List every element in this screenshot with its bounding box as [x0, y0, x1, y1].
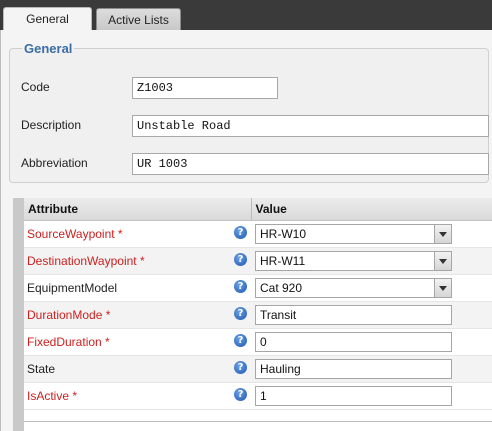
- grid-bottom-divider: [24, 421, 492, 422]
- equipment-model-value: Cat 920: [260, 281, 303, 295]
- description-row: Description Unstable Road: [21, 115, 489, 137]
- help-icon[interactable]: ?: [234, 361, 247, 374]
- code-field[interactable]: Z1003: [132, 77, 278, 99]
- fixed-duration-field[interactable]: 0: [255, 332, 452, 352]
- duration-mode-field[interactable]: Transit: [255, 305, 452, 325]
- destination-waypoint-label: DestinationWaypoint *: [27, 254, 145, 268]
- help-icon[interactable]: ?: [234, 253, 247, 266]
- table-row: DestinationWaypoint * ? HR-W11: [24, 247, 492, 275]
- app-window: General Active Lists General Code Z1003 …: [0, 0, 492, 431]
- general-fieldset: General Code Z1003 Description Unstable …: [9, 41, 489, 183]
- general-panel: General Code Z1003 Description Unstable …: [0, 30, 492, 431]
- help-icon[interactable]: ?: [234, 334, 247, 347]
- attribute-table: Attribute Value SourceWaypoint * ? HR-W1…: [24, 198, 492, 410]
- source-waypoint-value: HR-W10: [260, 227, 307, 241]
- is-active-field[interactable]: 1: [255, 386, 452, 406]
- tab-bar: General Active Lists: [0, 0, 492, 31]
- help-icon[interactable]: ?: [234, 226, 247, 239]
- table-row: DurationMode * ? Transit: [24, 301, 492, 329]
- code-row: Code Z1003: [21, 77, 481, 99]
- abbreviation-field[interactable]: UR 1003: [132, 153, 489, 175]
- attribute-column-header[interactable]: Attribute: [24, 198, 252, 221]
- table-row: SourceWaypoint * ? HR-W10: [24, 220, 492, 248]
- general-legend: General: [24, 41, 73, 56]
- destination-waypoint-value: HR-W11: [260, 254, 306, 268]
- source-waypoint-select[interactable]: HR-W10: [255, 224, 452, 244]
- table-row: State ? Hauling: [24, 355, 492, 383]
- equipment-model-select[interactable]: Cat 920: [255, 278, 452, 298]
- code-label: Code: [21, 80, 50, 94]
- table-row: FixedDuration * ? 0: [24, 328, 492, 356]
- abbreviation-row: Abbreviation UR 1003: [21, 153, 489, 175]
- duration-mode-label: DurationMode *: [27, 308, 111, 322]
- tab-active-lists[interactable]: Active Lists: [96, 8, 181, 30]
- grid-row-gutter: [13, 198, 24, 431]
- help-icon[interactable]: ?: [234, 280, 247, 293]
- tab-general[interactable]: General: [3, 7, 92, 31]
- source-waypoint-label: SourceWaypoint *: [27, 227, 123, 241]
- abbreviation-label: Abbreviation: [21, 156, 88, 170]
- fixed-duration-label: FixedDuration *: [27, 335, 110, 349]
- table-row: EquipmentModel ? Cat 920: [24, 274, 492, 302]
- dropdown-arrow-icon[interactable]: [434, 225, 451, 243]
- grid-header-row: Attribute Value: [24, 198, 492, 221]
- is-active-label: IsActive *: [27, 389, 78, 403]
- table-row: IsActive * ? 1: [24, 382, 492, 410]
- value-column-header[interactable]: Value: [251, 198, 492, 221]
- dropdown-arrow-icon[interactable]: [434, 252, 451, 270]
- description-label: Description: [21, 118, 82, 132]
- equipment-model-label: EquipmentModel: [27, 281, 118, 295]
- destination-waypoint-select[interactable]: HR-W11: [255, 251, 452, 271]
- help-icon[interactable]: ?: [234, 307, 247, 320]
- state-field[interactable]: Hauling: [255, 359, 452, 379]
- help-icon[interactable]: ?: [234, 388, 247, 401]
- attribute-grid: Attribute Value SourceWaypoint * ? HR-W1…: [13, 198, 492, 431]
- dropdown-arrow-icon[interactable]: [434, 279, 451, 297]
- state-label: State: [27, 362, 56, 376]
- description-field[interactable]: Unstable Road: [132, 115, 489, 137]
